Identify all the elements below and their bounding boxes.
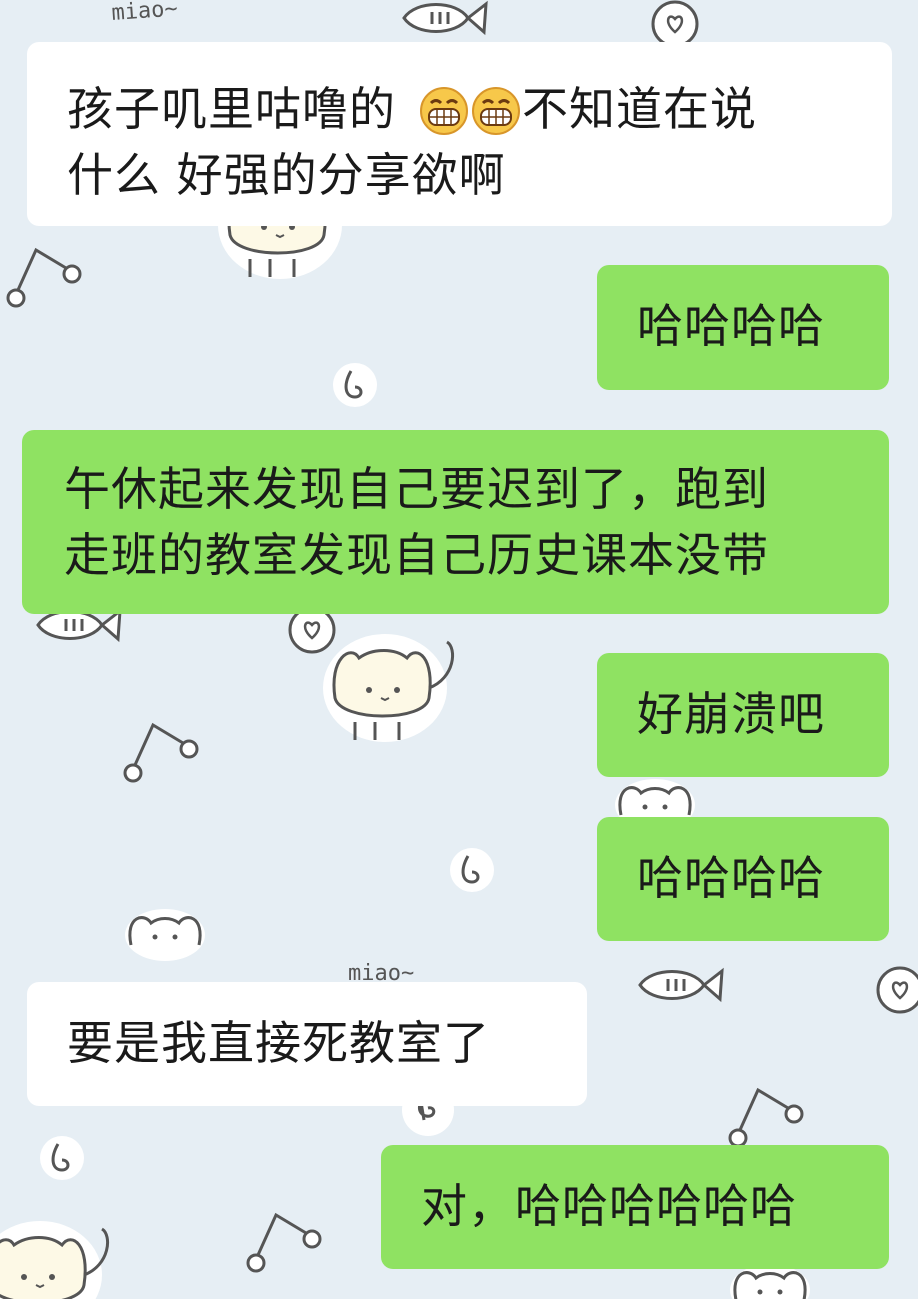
grinning-face-emoji-icon — [472, 87, 520, 135]
heart-bubble-icon — [288, 606, 336, 654]
wallpaper-label: miao~ — [111, 0, 179, 26]
message-line: 午休起来发现自己要迟到了，跑到 — [64, 462, 769, 516]
cat-sticker-icon — [0, 1219, 110, 1299]
message-bubble-outgoing[interactable]: 好崩溃吧 — [597, 653, 889, 777]
message-line: 什么 好强的分享欲啊 — [67, 148, 506, 202]
grinning-face-emoji-icon — [420, 87, 468, 135]
message-line: 走班的教室发现自己历史课本没带 — [64, 528, 769, 582]
message-text: 对，哈哈哈哈哈哈 — [421, 1179, 797, 1233]
swirl-icon — [448, 846, 496, 894]
message-line: 孩子叽里咕噜的 不知道在说 — [67, 76, 892, 142]
cat-face-icon — [728, 1262, 812, 1299]
fish-icon — [402, 2, 488, 34]
message-bubble-incoming[interactable]: 要是我直接死教室了 — [27, 982, 587, 1106]
message-text: 好崩溃吧 — [637, 687, 825, 741]
message-bubble-outgoing[interactable]: 哈哈哈哈 — [597, 265, 889, 390]
fish-icon — [638, 969, 724, 1001]
music-note-icon — [6, 248, 82, 308]
message-bubble-incoming[interactable]: 孩子叽里咕噜的 不知道在说 什么 好强的分享欲啊 — [27, 42, 892, 226]
heart-bubble-icon — [876, 966, 918, 1014]
message-text: 哈哈哈哈 — [637, 851, 825, 905]
music-note-icon — [123, 723, 199, 783]
swirl-icon — [38, 1134, 86, 1182]
message-bubble-outgoing[interactable]: 哈哈哈哈 — [597, 817, 889, 941]
message-text: 要是我直接死教室了 — [67, 1016, 490, 1070]
music-note-icon — [728, 1088, 804, 1148]
swirl-icon — [331, 361, 379, 409]
message-bubble-outgoing[interactable]: 午休起来发现自己要迟到了，跑到 走班的教室发现自己历史课本没带 — [22, 430, 889, 614]
cat-sticker-icon — [321, 632, 455, 744]
message-bubble-outgoing[interactable]: 对，哈哈哈哈哈哈 — [381, 1145, 889, 1269]
heart-bubble-icon — [651, 0, 699, 48]
cat-face-icon — [123, 907, 207, 963]
message-text: 孩子叽里咕噜的 — [67, 82, 396, 136]
message-text: 哈哈哈哈 — [637, 299, 825, 353]
message-text: 不知道在说 — [522, 82, 757, 136]
music-note-icon — [246, 1213, 322, 1273]
fish-icon — [36, 609, 122, 641]
